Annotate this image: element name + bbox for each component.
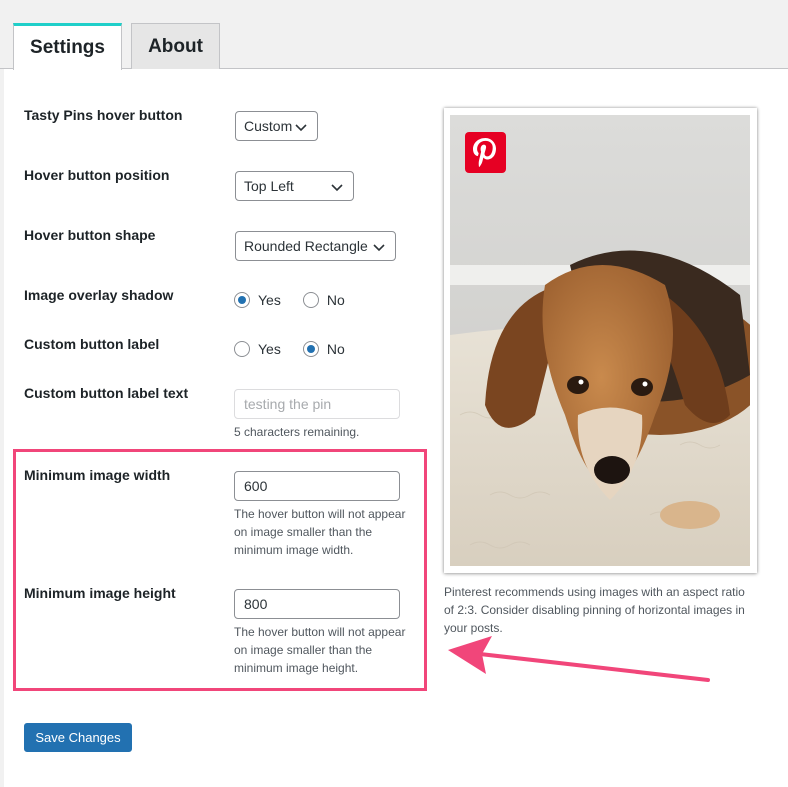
custom-label-yes-radio[interactable] [234, 341, 250, 357]
tab-about[interactable]: About [131, 23, 220, 69]
position-select-value: Top Left [244, 178, 294, 194]
shape-label: Hover button shape [24, 227, 156, 243]
pinterest-icon [473, 138, 496, 168]
pin-preview-frame [444, 108, 757, 573]
annotation-arrow-icon [448, 636, 710, 682]
pinterest-save-button[interactable] [465, 132, 506, 173]
tab-settings[interactable]: Settings [13, 23, 122, 70]
chevron-down-icon [331, 184, 343, 192]
custom-label-no-label: No [326, 341, 345, 357]
min-height-description: The hover button will not appear on imag… [234, 625, 406, 675]
overlay-shadow-yes-radio[interactable] [234, 292, 250, 308]
custom-label-text-label: Custom button label text [24, 385, 189, 401]
hover-button-select[interactable]: Custom [235, 111, 318, 141]
chevron-down-icon [373, 244, 385, 252]
position-select[interactable]: Top Left [235, 171, 354, 201]
position-label: Hover button position [24, 167, 170, 183]
shape-select[interactable]: Rounded Rectangle [235, 231, 396, 261]
aspect-ratio-note: Pinterest recommends using images with a… [444, 585, 745, 635]
custom-label-no-radio[interactable] [302, 341, 319, 357]
dog-illustration [450, 115, 750, 566]
custom-label-yes-label: Yes [258, 341, 281, 357]
overlay-shadow-radio-group: Yes No [234, 292, 367, 308]
min-height-label: Minimum image height [24, 585, 176, 601]
hover-button-select-value: Custom [244, 118, 293, 134]
hover-button-label: Tasty Pins hover button [24, 107, 183, 123]
overlay-shadow-label: Image overlay shadow [24, 287, 174, 303]
characters-remaining-hint: 5 characters remaining. [234, 425, 360, 439]
shape-select-value: Rounded Rectangle [244, 238, 368, 254]
min-width-input[interactable] [234, 471, 400, 501]
dog-photo [450, 115, 750, 566]
min-width-label: Minimum image width [24, 467, 171, 483]
min-height-input[interactable] [234, 589, 400, 619]
chevron-down-icon [295, 124, 307, 132]
custom-label-text-input[interactable] [234, 389, 400, 419]
overlay-shadow-no-radio[interactable] [302, 292, 319, 308]
tab-bar: Settings About [0, 0, 788, 70]
min-width-description: The hover button will not appear on imag… [234, 507, 406, 557]
custom-label-label: Custom button label [24, 336, 160, 352]
custom-label-radio-group: Yes No [234, 341, 367, 357]
overlay-shadow-no-label: No [326, 292, 345, 308]
save-changes-button[interactable]: Save Changes [24, 723, 132, 752]
overlay-shadow-yes-label: Yes [258, 292, 281, 308]
